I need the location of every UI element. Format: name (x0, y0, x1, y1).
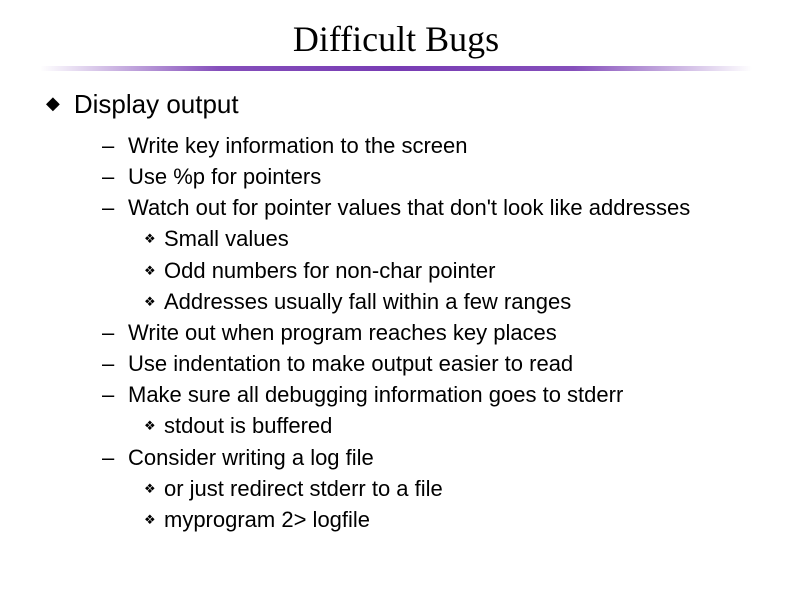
bullet-level2-text: Make sure all debugging information goes… (128, 381, 623, 409)
bullet-level2-text: Write out when program reaches key place… (128, 319, 557, 347)
bullet-level2: – Use %p for pointers (102, 163, 752, 191)
bullet-level2: – Use indentation to make output easier … (102, 350, 752, 378)
slide-content: ◆ Display output – Write key information… (40, 89, 752, 534)
diamond-open-bullet-icon: ❖ (144, 294, 156, 311)
bullet-level2-text: Use indentation to make output easier to… (128, 350, 573, 378)
dash-bullet-icon: – (102, 444, 116, 472)
bullet-level3-text: Odd numbers for non-char pointer (164, 257, 495, 285)
bullet-level2-text: Use %p for pointers (128, 163, 321, 191)
bullet-level3: ❖ or just redirect stderr to a file (144, 475, 752, 503)
bullet-level2-text: Watch out for pointer values that don't … (128, 194, 690, 222)
dash-bullet-icon: – (102, 132, 116, 160)
bullet-level3-text: myprogram 2> logfile (164, 506, 370, 534)
dash-bullet-icon: – (102, 381, 116, 409)
bullet-level3: ❖ Odd numbers for non-char pointer (144, 257, 752, 285)
level3-group: ❖ or just redirect stderr to a file ❖ my… (102, 475, 752, 534)
bullet-level3-text: Small values (164, 225, 289, 253)
bullet-level2-text: Write key information to the screen (128, 132, 468, 160)
dash-bullet-icon: – (102, 163, 116, 191)
bullet-level3-text: Addresses usually fall within a few rang… (164, 288, 571, 316)
dash-bullet-icon: – (102, 194, 116, 222)
bullet-level2: – Make sure all debugging information go… (102, 381, 752, 409)
bullet-level1-text: Display output (74, 89, 239, 120)
bullet-level1: ◆ Display output (46, 89, 752, 120)
dash-bullet-icon: – (102, 350, 116, 378)
bullet-level3: ❖ Addresses usually fall within a few ra… (144, 288, 752, 316)
bullet-level2: – Watch out for pointer values that don'… (102, 194, 752, 222)
level3-group: ❖ Small values ❖ Odd numbers for non-cha… (102, 225, 752, 315)
level3-group: ❖ stdout is buffered (102, 412, 752, 440)
bullet-level3-text: or just redirect stderr to a file (164, 475, 443, 503)
bullet-level2: – Consider writing a log file (102, 444, 752, 472)
bullet-level3: ❖ stdout is buffered (144, 412, 752, 440)
diamond-open-bullet-icon: ❖ (144, 481, 156, 498)
diamond-open-bullet-icon: ❖ (144, 512, 156, 529)
bullet-level3-text: stdout is buffered (164, 412, 332, 440)
diamond-open-bullet-icon: ❖ (144, 418, 156, 435)
dash-bullet-icon: – (102, 319, 116, 347)
bullet-level3: ❖ Small values (144, 225, 752, 253)
slide-title: Difficult Bugs (40, 18, 752, 60)
diamond-open-bullet-icon: ❖ (144, 263, 156, 280)
bullet-level2: – Write key information to the screen (102, 132, 752, 160)
title-divider (40, 66, 752, 71)
bullet-level3: ❖ myprogram 2> logfile (144, 506, 752, 534)
bullet-level2: – Write out when program reaches key pla… (102, 319, 752, 347)
level2-group: – Write key information to the screen – … (46, 132, 752, 534)
diamond-bullet-icon: ◆ (46, 93, 60, 114)
slide: Difficult Bugs ◆ Display output – Write … (0, 0, 792, 612)
diamond-open-bullet-icon: ❖ (144, 231, 156, 248)
bullet-level2-text: Consider writing a log file (128, 444, 374, 472)
